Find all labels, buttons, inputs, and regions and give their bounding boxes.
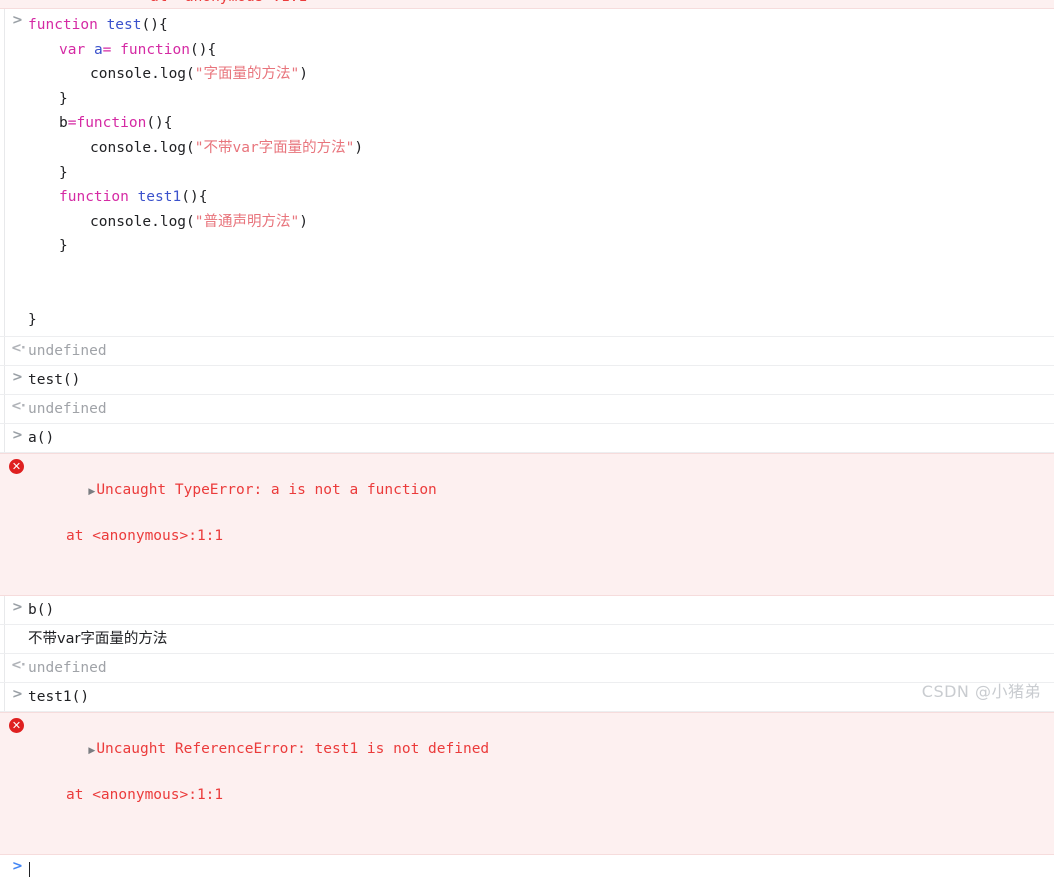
error-content[interactable]: ▶Uncaught ReferenceError: test1 is not d…	[36, 716, 1054, 850]
row-gutter: >	[0, 596, 28, 624]
input-expression[interactable]: b()	[28, 599, 1054, 621]
code-token: function	[28, 17, 98, 33]
code-token: (){	[146, 115, 173, 132]
console-input-row[interactable]: > b()	[0, 595, 1054, 625]
code-token: function	[59, 189, 129, 206]
code-line: }	[28, 161, 1044, 186]
code-token: console.log(	[90, 139, 195, 156]
console-result-row: <· undefined	[0, 336, 1054, 366]
code-token: test1	[137, 189, 182, 206]
code-line: console.log("普通声明方法")	[28, 210, 1044, 235]
code-line: b=function(){	[28, 111, 1044, 136]
result-value: undefined	[28, 400, 107, 417]
code-line: console.log("字面量的方法")	[28, 62, 1044, 87]
console-prompt-row[interactable]: >	[0, 854, 1054, 884]
error-message: Uncaught ReferenceError: test1 is not de…	[96, 740, 490, 757]
input-expression[interactable]: test1()	[28, 686, 1054, 708]
code-line: function test1(){	[28, 185, 1044, 210]
code-token: }	[28, 312, 37, 329]
code-token: (){	[141, 17, 168, 33]
console-prompt-input[interactable]	[28, 859, 1054, 881]
code-block[interactable]: function test(){var a= function(){consol…	[28, 12, 1054, 333]
code-token: )	[299, 66, 308, 83]
console-input-row[interactable]: > test1()	[0, 682, 1054, 712]
console-log-row: 不带var字面量的方法	[0, 624, 1054, 654]
input-expression[interactable]: test()	[28, 369, 1054, 391]
result-value: undefined	[28, 659, 107, 676]
row-gutter: >	[0, 366, 28, 394]
result-arrow-icon: <·	[11, 340, 26, 356]
code-token: function	[120, 41, 190, 58]
result-arrow-icon: <·	[11, 657, 26, 673]
error-stack-line[interactable]: at <anonymous>:1:1	[36, 784, 1044, 806]
code-token: console.log(	[90, 66, 195, 83]
row-gutter: <·	[0, 395, 28, 423]
code-token: }	[59, 238, 68, 255]
prompt-chevron-icon: >	[12, 858, 23, 874]
prompt-chevron-icon: >	[12, 13, 23, 28]
disclosure-triangle-icon[interactable]: ▶	[88, 487, 95, 497]
code-token: function	[76, 115, 147, 132]
code-token: )	[354, 139, 364, 156]
error-content[interactable]: ▶Uncaught TypeError: a is not a function…	[36, 457, 1054, 591]
row-gutter: >	[0, 424, 28, 452]
console-input-row[interactable]: > function test(){var a= function(){cons…	[0, 9, 1054, 337]
console-result-row: <· undefined	[0, 653, 1054, 683]
error-stack-line[interactable]: at <anonymous>:1:1	[36, 525, 1044, 547]
code-line: function test(){	[28, 13, 1044, 38]
console-input-row[interactable]: > a()	[0, 423, 1054, 453]
code-line: console.log("不带var字面量的方法")	[28, 136, 1044, 161]
code-token: b	[59, 115, 68, 132]
error-circle-icon: ✕	[9, 717, 24, 733]
prompt-chevron-icon: >	[12, 686, 23, 702]
code-token: a	[93, 41, 103, 58]
row-gutter: >	[0, 683, 28, 711]
code-token: "不带var字面量的方法"	[194, 139, 355, 156]
clipped-error-row: at <anonymous>:1:1	[0, 0, 1054, 9]
row-gutter: <·	[0, 337, 28, 365]
clipped-error-stack: at <anonymous>:1:1	[150, 0, 307, 5]
console-result-row: <· undefined	[0, 394, 1054, 424]
row-gutter: >	[0, 9, 28, 336]
code-token: var	[59, 41, 86, 58]
code-token: (){	[181, 189, 208, 206]
console-error-row[interactable]: ✕ ▶Uncaught TypeError: a is not a functi…	[0, 452, 1054, 596]
code-token: console.log(	[90, 213, 195, 230]
code-token: }	[59, 90, 68, 107]
code-token: "字面量的方法"	[194, 66, 300, 83]
code-token: )	[299, 213, 308, 230]
console-input-row[interactable]: > test()	[0, 365, 1054, 395]
code-line: }	[28, 234, 1044, 259]
code-token: (){	[189, 41, 217, 58]
error-message: Uncaught TypeError: a is not a function	[96, 481, 437, 498]
result-value: undefined	[28, 342, 107, 359]
code-token: test	[106, 17, 142, 33]
code-token: }	[59, 164, 68, 181]
error-circle-icon: ✕	[9, 458, 24, 474]
row-gutter	[0, 625, 28, 653]
code-token: "普通声明方法"	[194, 213, 300, 230]
prompt-chevron-icon: >	[12, 427, 23, 443]
console-panel[interactable]: at <anonymous>:1:1 > function test(){var…	[0, 0, 1054, 884]
prompt-chevron-icon: >	[12, 599, 23, 615]
prompt-chevron-icon: >	[12, 369, 23, 385]
input-expression[interactable]: a()	[28, 427, 1054, 449]
row-gutter: <·	[0, 654, 28, 682]
code-line: var a= function(){	[28, 38, 1044, 63]
code-line: }	[28, 308, 1044, 333]
log-message: 不带var字面量的方法	[28, 630, 168, 647]
row-gutter: >	[0, 855, 28, 884]
disclosure-triangle-icon[interactable]: ▶	[88, 746, 95, 756]
console-error-row[interactable]: ✕ ▶Uncaught ReferenceError: test1 is not…	[0, 711, 1054, 855]
code-line: }	[28, 87, 1044, 112]
text-caret	[29, 861, 30, 877]
result-arrow-icon: <·	[11, 398, 26, 414]
